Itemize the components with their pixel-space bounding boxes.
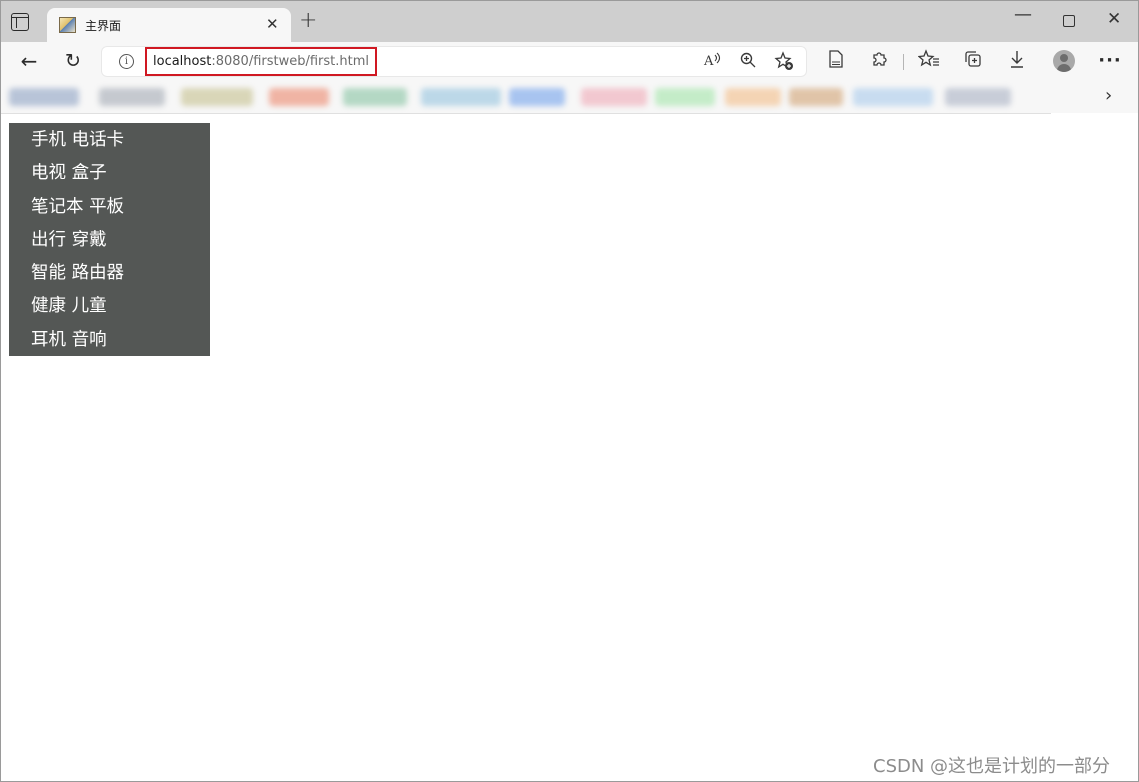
active-tab[interactable]: 主界面 ✕: [47, 8, 291, 42]
favorite-item-blurred[interactable]: [181, 88, 253, 106]
favorite-item-blurred[interactable]: [789, 88, 843, 106]
favorite-item-blurred[interactable]: [655, 88, 715, 106]
browser-window: 主界面 ✕ + — ✕ ← ↻ i localhost:8080/firstwe…: [0, 0, 1139, 782]
new-tab-icon[interactable]: +: [299, 10, 317, 32]
back-icon[interactable]: ←: [17, 49, 41, 73]
category-menu-item[interactable]: 出行 穿戴: [9, 224, 210, 257]
tab-close-icon[interactable]: ✕: [266, 15, 279, 33]
browser-toolbar: ← ↻ i localhost:8080/firstweb/first.html…: [1, 42, 1138, 80]
page-content: 手机 电话卡 电视 盒子 笔记本 平板 出行 穿戴 智能 路由器 健康 儿童 耳机 音响: [1, 114, 1138, 781]
tab-strip: 主界面 ✕ + — ✕: [1, 1, 1138, 42]
url-highlight-box: localhost:8080/firstweb/first.html: [145, 47, 377, 76]
favorite-item-blurred[interactable]: [725, 88, 781, 106]
read-aloud-icon[interactable]: A: [701, 51, 723, 75]
category-menu-item[interactable]: 耳机 音响: [9, 324, 210, 357]
category-menu: 手机 电话卡 电视 盒子 笔记本 平板 出行 穿戴 智能 路由器 健康 儿童 耳机 音响: [9, 123, 210, 356]
favorite-item-blurred[interactable]: [421, 88, 501, 106]
toolbar-separator: [903, 54, 904, 70]
favorite-item-blurred[interactable]: [853, 88, 933, 106]
url-host: localhost: [153, 54, 212, 69]
favorite-item-blurred[interactable]: [945, 88, 1011, 106]
sidebar-toggle-icon[interactable]: [11, 13, 29, 31]
category-menu-item[interactable]: 手机 电话卡: [9, 124, 210, 157]
favorites-bar: ›: [1, 80, 1138, 113]
favorites-icon[interactable]: [917, 49, 941, 76]
url-text[interactable]: localhost:8080/firstweb/first.html: [153, 54, 369, 69]
extensions-icon[interactable]: [868, 49, 892, 76]
tab-title: 主界面: [85, 19, 122, 33]
maximize-icon[interactable]: [1063, 15, 1075, 27]
favorite-item-blurred[interactable]: [509, 88, 565, 106]
minimize-icon[interactable]: —: [1014, 5, 1032, 25]
favorite-item-blurred[interactable]: [581, 88, 647, 106]
chevron-right-icon[interactable]: ›: [1105, 85, 1112, 107]
address-bar[interactable]: i localhost:8080/firstweb/first.html A: [101, 46, 807, 77]
favorite-item-blurred[interactable]: [343, 88, 407, 106]
favorite-item-blurred[interactable]: [9, 88, 79, 106]
profile-avatar[interactable]: [1053, 50, 1075, 72]
zoom-icon[interactable]: [737, 51, 759, 74]
svg-text:A: A: [703, 54, 714, 69]
refresh-icon[interactable]: ↻: [61, 49, 85, 73]
category-menu-item[interactable]: 智能 路由器: [9, 257, 210, 290]
category-menu-item[interactable]: 健康 儿童: [9, 290, 210, 323]
category-menu-item[interactable]: 电视 盒子: [9, 157, 210, 190]
window-close-icon[interactable]: ✕: [1107, 9, 1121, 29]
url-path: :8080/firstweb/first.html: [211, 54, 370, 69]
page-icon[interactable]: [824, 49, 848, 76]
watermark-text: CSDN @这也是计划的一部分: [873, 756, 1111, 777]
add-favorite-icon[interactable]: [773, 51, 795, 76]
download-icon[interactable]: [1005, 49, 1029, 76]
tab-favicon-icon: [59, 17, 76, 33]
favorite-item-blurred[interactable]: [99, 88, 165, 106]
more-icon[interactable]: ···: [1098, 49, 1122, 73]
collections-icon[interactable]: [961, 49, 985, 76]
favorite-item-blurred[interactable]: [269, 88, 329, 106]
info-icon[interactable]: i: [119, 54, 134, 69]
category-menu-item[interactable]: 笔记本 平板: [9, 191, 210, 224]
